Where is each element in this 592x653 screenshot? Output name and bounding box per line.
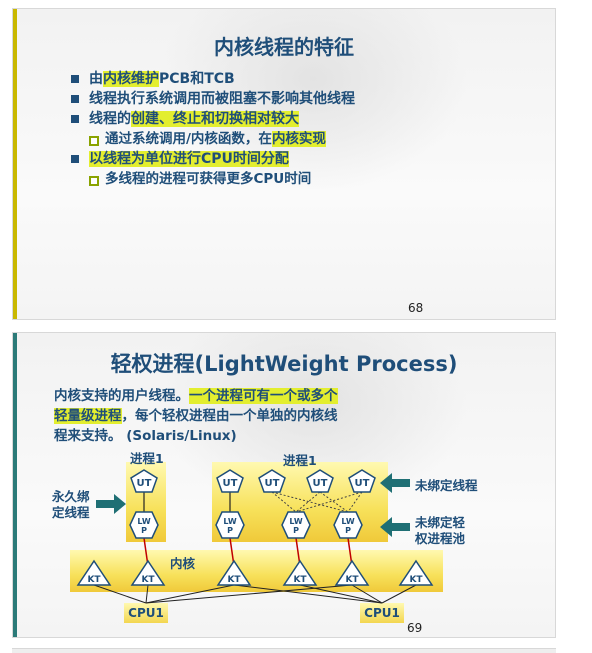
kt-label: KT [293, 575, 307, 585]
kt-label: KT [87, 575, 101, 585]
ut-label: UT [137, 478, 152, 489]
arrow-right-icon [96, 494, 126, 514]
ut-label: UT [355, 478, 370, 489]
kt-label: KT [345, 575, 359, 585]
ut-label: UT [313, 478, 328, 489]
lwp-label: LW [137, 517, 150, 526]
svg-text:P: P [293, 526, 299, 535]
lwp-diagram: UT UT UT UT UT LWP LWP LWP LWP KT KT KT … [76, 469, 434, 604]
arrow-left-icon [380, 473, 410, 493]
lwp-label: LW [341, 517, 354, 526]
svg-text:P: P [227, 526, 233, 535]
ut-label: UT [223, 478, 238, 489]
kt-label: KT [141, 575, 155, 585]
ut-shapes [130, 469, 376, 493]
arrow-left-icon [380, 517, 410, 537]
lwp-label: LW [289, 517, 302, 526]
svg-text:P: P [141, 526, 147, 535]
kt-label: KT [227, 575, 241, 585]
ut-label: UT [265, 478, 280, 489]
kt-label: KT [409, 575, 423, 585]
lwp-label: LW [223, 517, 236, 526]
svg-text:P: P [345, 526, 351, 535]
slide-70-edge [12, 648, 556, 653]
